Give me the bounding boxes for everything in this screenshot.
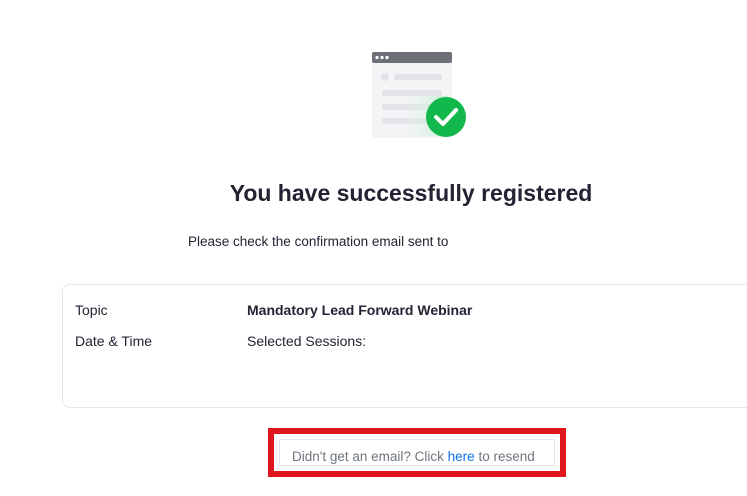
resend-suffix: to resend bbox=[474, 449, 535, 464]
resend-prefix: Didn't get an email? Click bbox=[292, 449, 448, 464]
topic-label: Topic bbox=[75, 302, 108, 318]
registration-details-card: Topic Mandatory Lead Forward Webinar Dat… bbox=[62, 284, 747, 408]
date-time-label: Date & Time bbox=[75, 333, 153, 349]
resend-link[interactable]: here bbox=[448, 449, 475, 464]
date-time-value: Selected Sessions: bbox=[247, 333, 367, 349]
resend-message: Didn't get an email? Click here to resen… bbox=[292, 449, 535, 464]
page-title: You have successfully registered bbox=[229, 180, 593, 206]
resend-message-box: Didn't get an email? Click here to resen… bbox=[279, 439, 555, 466]
resend-highlight-box: Didn't get an email? Click here to resen… bbox=[268, 428, 566, 477]
email-success-illustration-icon bbox=[372, 52, 468, 142]
confirmation-email-message: Please check the confirmation email sent… bbox=[188, 234, 449, 249]
registration-confirmation-page: You have successfully registered Please … bbox=[0, 0, 747, 496]
topic-value: Mandatory Lead Forward Webinar bbox=[247, 302, 473, 318]
